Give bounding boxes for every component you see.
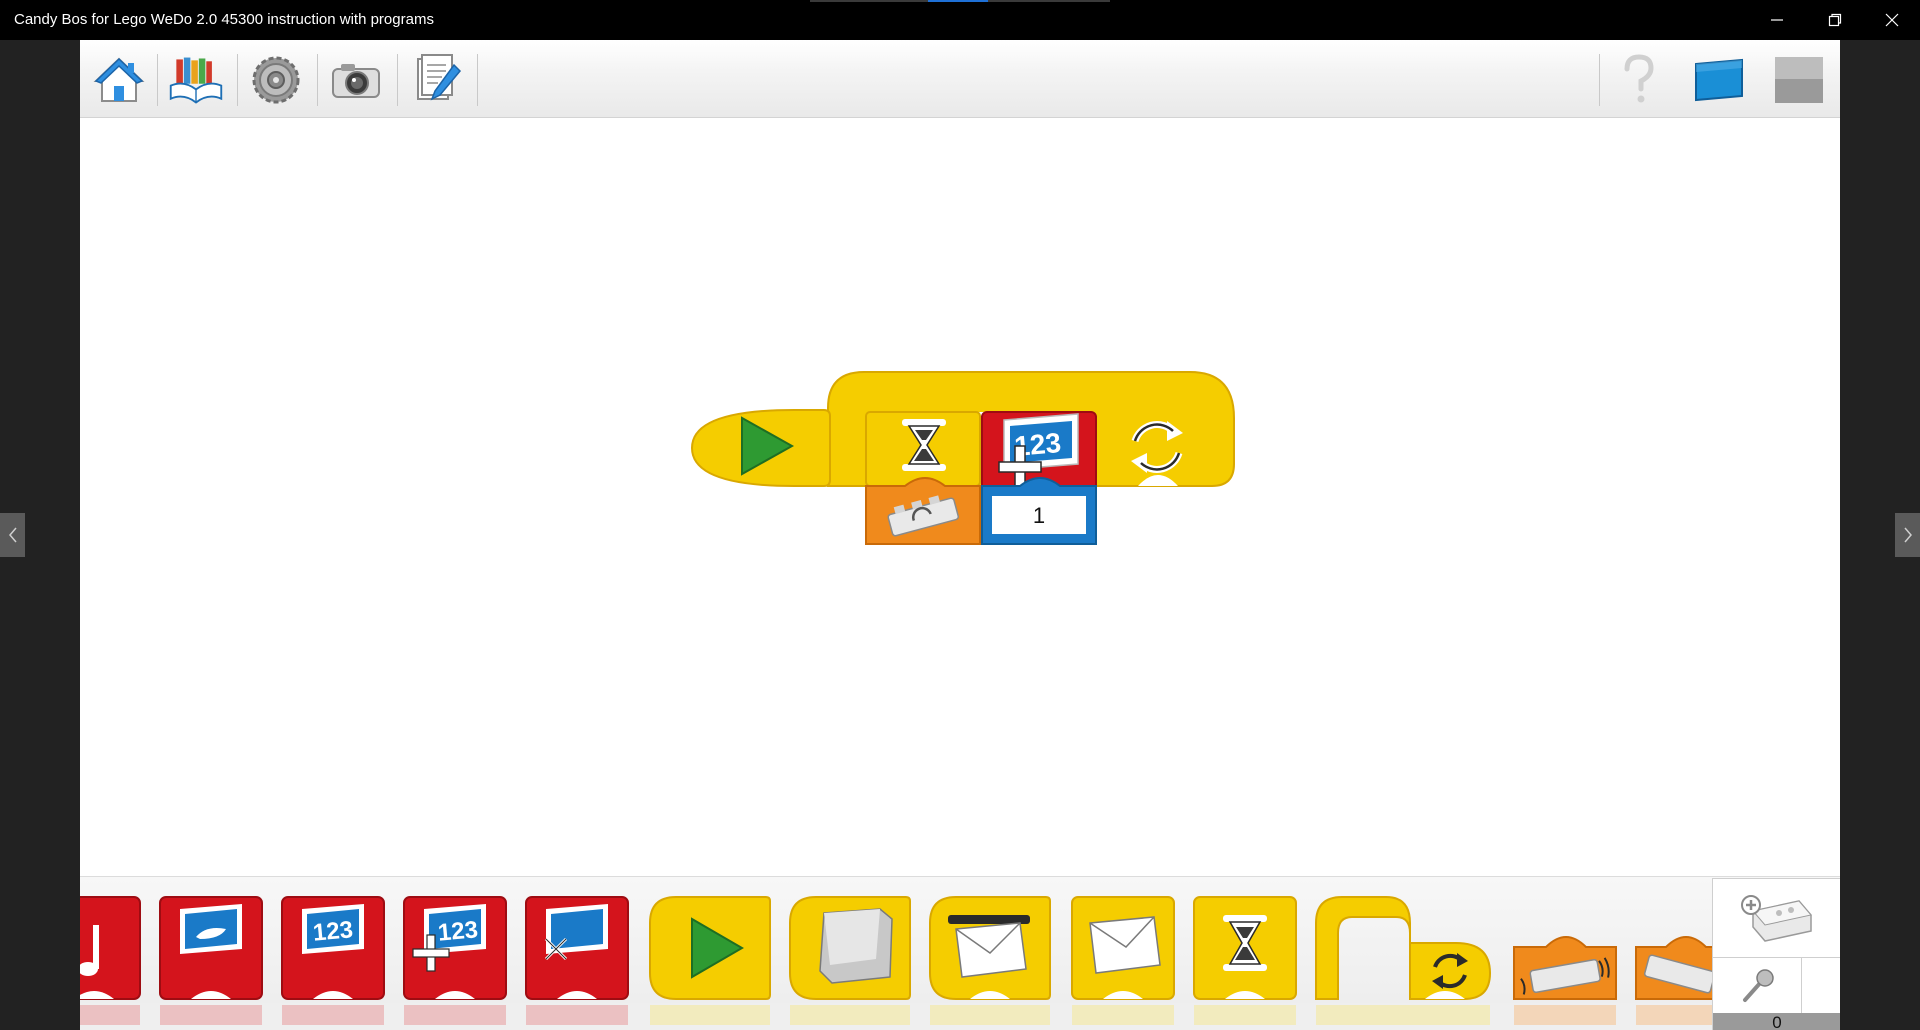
palette-repeat-loop-block[interactable]	[1315, 896, 1492, 1025]
help-icon	[1624, 54, 1654, 103]
add-hub-icon	[1741, 895, 1812, 942]
add-hub-button[interactable]	[1713, 879, 1840, 957]
display-gray-icon	[1775, 57, 1823, 103]
previous-page-button[interactable]	[0, 513, 25, 557]
close-icon	[1885, 13, 1898, 27]
next-page-button[interactable]	[1895, 513, 1920, 557]
palette-display-number-block[interactable]: 123	[281, 896, 385, 1025]
microphone-icon	[1743, 968, 1774, 1002]
hub-panel: 0	[1712, 878, 1840, 1030]
blue-display-button[interactable]	[1690, 52, 1748, 108]
restore-button[interactable]	[1806, 0, 1863, 40]
display-value-text: 1	[1033, 503, 1045, 528]
camera-button[interactable]	[327, 52, 385, 108]
display-value-input[interactable]: 1	[981, 477, 1097, 545]
lobby-button[interactable]	[167, 52, 225, 108]
home-button[interactable]	[90, 52, 148, 108]
palette-wait-block[interactable]	[1193, 896, 1297, 1025]
palette-number-label: 123	[312, 916, 354, 946]
palette-sound-block[interactable]	[80, 896, 141, 1025]
palette-start-on-message-block[interactable]	[929, 896, 1051, 1025]
display-blue-icon	[1695, 58, 1743, 102]
minimize-icon	[1770, 19, 1783, 21]
sensor-count: 0	[1713, 1013, 1840, 1030]
window-title-bar: Candy Bos for Lego WeDo 2.0 45300 instru…	[0, 0, 1920, 40]
program-svg: 123 1	[690, 371, 1235, 545]
settings-button[interactable]	[247, 52, 305, 108]
documentation-icon	[417, 54, 462, 101]
palette-display-size-block[interactable]	[525, 896, 629, 1025]
home-icon	[93, 57, 145, 102]
top-toolbar	[80, 40, 1840, 118]
window-title: Candy Bos for Lego WeDo 2.0 45300 instru…	[14, 11, 434, 28]
help-button[interactable]	[1610, 52, 1668, 108]
block-palette: 123 123	[80, 876, 1840, 1030]
wait-block[interactable]	[865, 411, 981, 487]
minimize-button[interactable]	[1748, 0, 1805, 40]
program-canvas[interactable]: 123 1	[80, 118, 1840, 876]
camera-icon	[332, 64, 380, 98]
start-block[interactable]	[690, 409, 831, 487]
palette-add-number-label: 123	[437, 916, 479, 946]
palette-motion-sensor-block[interactable]	[1513, 936, 1617, 1025]
close-button[interactable]	[1863, 0, 1920, 40]
palette-send-message-block[interactable]	[1071, 896, 1175, 1025]
gear-settings-icon	[252, 56, 300, 104]
microphone-button[interactable]	[1713, 958, 1801, 1013]
palette-svg: 123 123	[80, 896, 1721, 1030]
palette-start-block[interactable]	[649, 896, 771, 1025]
palette-display-image-block[interactable]	[159, 896, 263, 1025]
app-area: 123 1 123 123 0	[80, 40, 1840, 1030]
gray-display-button[interactable]	[1770, 52, 1828, 108]
chevron-right-icon	[1903, 527, 1912, 543]
documentation-button[interactable]	[407, 52, 465, 108]
palette-start-on-key-block[interactable]	[789, 896, 911, 1025]
lobby-books-icon	[169, 57, 223, 104]
title-accent	[810, 0, 1110, 2]
palette-tilt-sensor-block[interactable]	[1635, 936, 1721, 1025]
tilt-sensor-input[interactable]	[865, 477, 981, 545]
chevron-left-icon	[8, 527, 17, 543]
restore-icon	[1828, 13, 1841, 27]
palette-add-to-display-block[interactable]: 123	[403, 896, 507, 1025]
